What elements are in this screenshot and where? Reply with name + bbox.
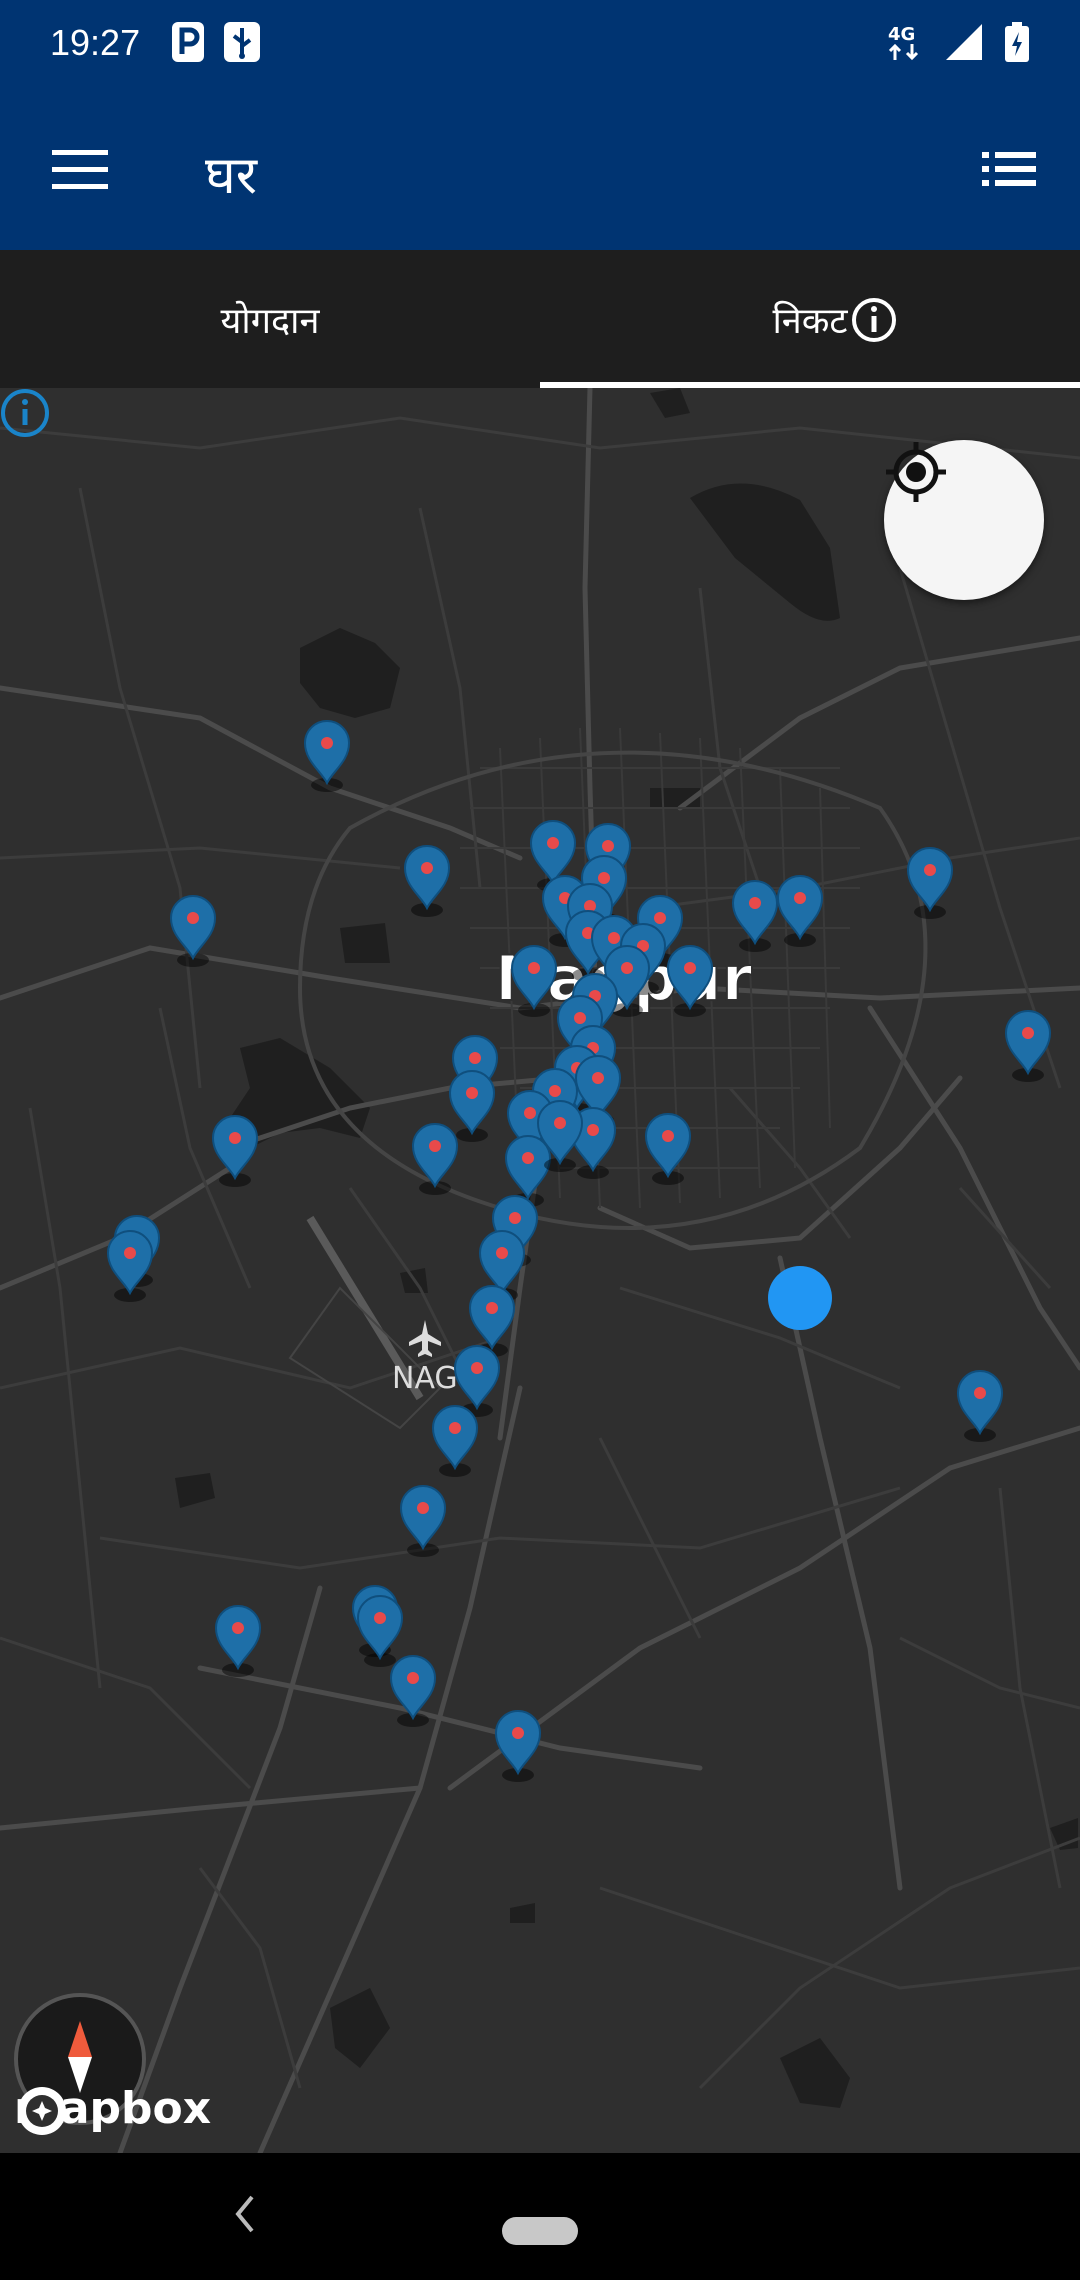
tab-label: निकट [772, 299, 848, 341]
lake-area [300, 628, 400, 718]
app-bar: घर [0, 88, 1080, 250]
home-pill-button[interactable] [502, 2217, 578, 2245]
location-pin-icon[interactable] [403, 845, 451, 917]
user-location-dot [768, 1266, 832, 1330]
location-pin-icon[interactable] [956, 1370, 1004, 1442]
signal-strength-icon [946, 24, 982, 60]
location-pin-icon[interactable] [494, 1710, 542, 1782]
minor-roads [0, 416, 1080, 2090]
location-pin-icon[interactable] [448, 1070, 496, 1142]
tab-label: योगदान [220, 299, 320, 341]
location-pin-icon[interactable] [776, 875, 824, 947]
usb-notification-icon [224, 22, 260, 62]
page-title: घर [205, 147, 258, 205]
map-view[interactable]: NAG Nagpur mapbox [0, 388, 1080, 2153]
lake-area [690, 483, 840, 621]
mapbox-mark-icon [18, 2087, 66, 2135]
system-nav-bar [0, 2153, 1080, 2280]
back-chevron-icon[interactable] [228, 2189, 260, 2239]
location-pin-icon[interactable] [106, 1230, 154, 1302]
my-location-icon [886, 442, 946, 502]
network-label: 4G [888, 24, 915, 45]
lake-area [330, 1988, 390, 2068]
status-bar: 19:27 4G [0, 0, 1080, 88]
my-location-button[interactable] [884, 440, 1044, 600]
parking-notification-icon [172, 22, 204, 62]
location-pin-icon[interactable] [906, 847, 954, 919]
status-time: 19:27 [50, 22, 141, 63]
lake-area [650, 388, 690, 418]
tab-contributions[interactable]: योगदान [0, 250, 540, 388]
major-roads [0, 388, 1080, 2153]
location-pin-icon[interactable] [303, 720, 351, 792]
location-pin-icon[interactable] [1004, 1010, 1052, 1082]
lake-area [175, 1473, 215, 1508]
tab-nearby[interactable]: निकट [540, 250, 1080, 388]
menu-button[interactable] [52, 148, 108, 192]
location-pin-icon[interactable] [431, 1405, 479, 1477]
airport-label: NAG [392, 1361, 458, 1396]
location-pin-icon[interactable] [214, 1605, 262, 1677]
list-view-button[interactable] [982, 150, 1036, 192]
hamburger-menu-icon [52, 150, 108, 189]
location-pin-icon[interactable] [411, 1123, 459, 1195]
location-pin-icon[interactable] [644, 1113, 692, 1185]
map-canvas: NAG Nagpur [0, 388, 1080, 2153]
battery-charging-icon [1005, 22, 1029, 62]
lake-area [780, 2038, 850, 2108]
list-view-icon [982, 152, 1036, 186]
tab-bar: योगदान निकट [0, 250, 1080, 388]
info-circle-icon[interactable] [850, 296, 898, 344]
map-markers [106, 720, 1052, 1782]
lake-area [340, 923, 390, 963]
mapbox-logo: mapbox [14, 2083, 211, 2135]
network-4g-icon: 4G [888, 24, 919, 61]
location-pin-icon[interactable] [356, 1595, 404, 1667]
attribution-info-icon[interactable] [0, 388, 50, 438]
lake-area [510, 1903, 535, 1923]
airport-icon [409, 1320, 441, 1357]
